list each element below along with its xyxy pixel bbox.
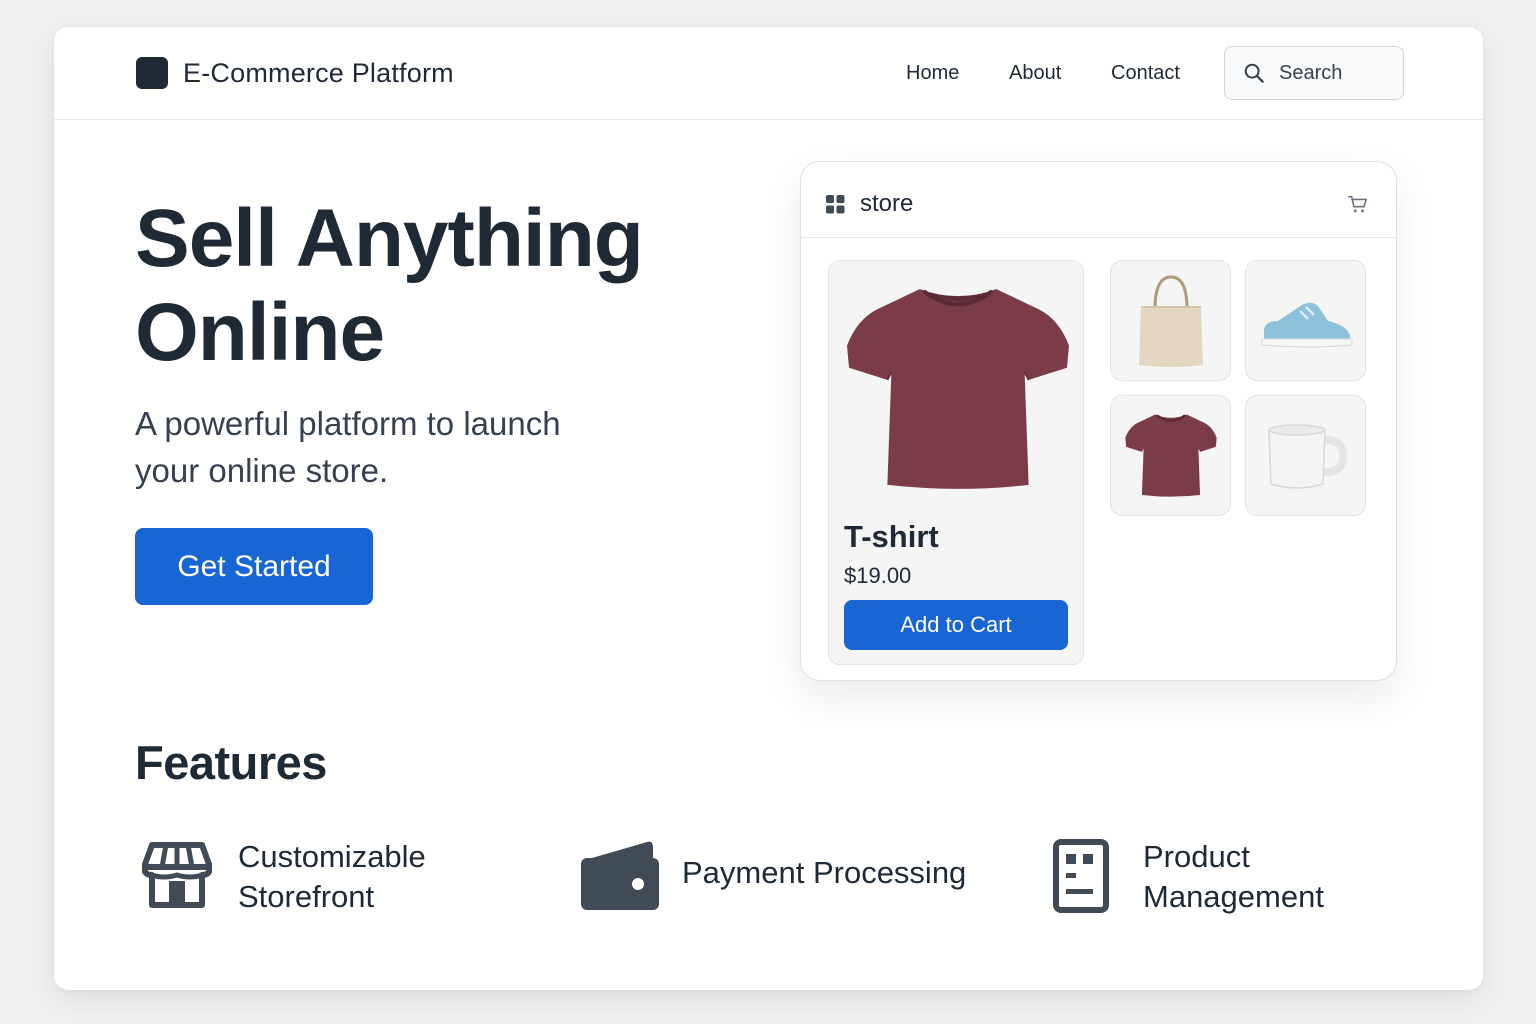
feature-payment-label: Payment Processing [682, 853, 966, 893]
get-started-button[interactable]: Get Started [135, 528, 373, 605]
top-navbar: E-Commerce Platform Home About Contact S… [54, 27, 1483, 120]
feature-product-line-2: Management [1143, 879, 1324, 914]
storefront-icon [142, 842, 212, 908]
product-name: T-shirt [844, 519, 939, 554]
brand-name: E-Commerce Platform [183, 57, 454, 88]
nav-home-link[interactable]: Home [906, 62, 959, 85]
product-thumb-tote-bag[interactable] [1110, 260, 1231, 381]
product-price: $19.00 [844, 563, 912, 588]
feature-storefront-line-1: Customizable [238, 839, 426, 874]
hero-subtitle-line-2: your online store. [135, 452, 389, 489]
search-input[interactable]: Search [1224, 46, 1404, 100]
sneaker-icon [1261, 302, 1352, 347]
app-window: E-Commerce Platform Home About Contact S… [54, 27, 1483, 990]
feature-product-line-1: Product [1143, 839, 1250, 874]
hero-subtitle-line-1: A powerful platform to launch [135, 405, 561, 442]
product-thumb-sneaker[interactable] [1245, 260, 1366, 381]
store-title: store [860, 190, 914, 217]
hero-title-line-2: Online [135, 287, 385, 378]
product-thumb-tshirt[interactable] [1110, 395, 1231, 516]
features-heading: Features [135, 736, 327, 789]
hero-subtitle: A powerful platform to launch your onlin… [135, 400, 655, 494]
feature-product-label: Product Management [1143, 837, 1324, 917]
tshirt-image [847, 289, 1069, 489]
store-preview-card: store T-shirt $19.00 Add to Cart [800, 161, 1397, 681]
add-to-cart-button[interactable]: Add to Cart [844, 600, 1068, 650]
grid-icon [826, 195, 845, 214]
nav-about-link[interactable]: About [1009, 62, 1061, 85]
search-placeholder: Search [1279, 61, 1343, 84]
tshirt-small-icon [1124, 413, 1217, 497]
tote-bag-icon [1138, 274, 1203, 367]
store-preview-header: store [801, 162, 1396, 238]
hero-title: Sell Anything Online [135, 192, 735, 380]
brand-logo[interactable]: E-Commerce Platform [136, 57, 454, 89]
document-icon [1053, 839, 1109, 913]
nav-contact-link[interactable]: Contact [1111, 62, 1180, 85]
logo-icon [136, 57, 168, 89]
product-thumb-mug[interactable] [1245, 395, 1366, 516]
featured-product-card[interactable]: T-shirt $19.00 Add to Cart [828, 260, 1084, 665]
feature-storefront-label: Customizable Storefront [238, 837, 426, 917]
search-icon [1244, 63, 1264, 83]
wallet-icon [581, 841, 659, 910]
mug-icon [1267, 423, 1347, 489]
hero-title-line-1: Sell Anything [135, 193, 644, 284]
cart-icon[interactable] [1347, 194, 1369, 214]
feature-payment-line-1: Payment Processing [682, 855, 967, 890]
feature-storefront-line-2: Storefront [238, 879, 375, 914]
